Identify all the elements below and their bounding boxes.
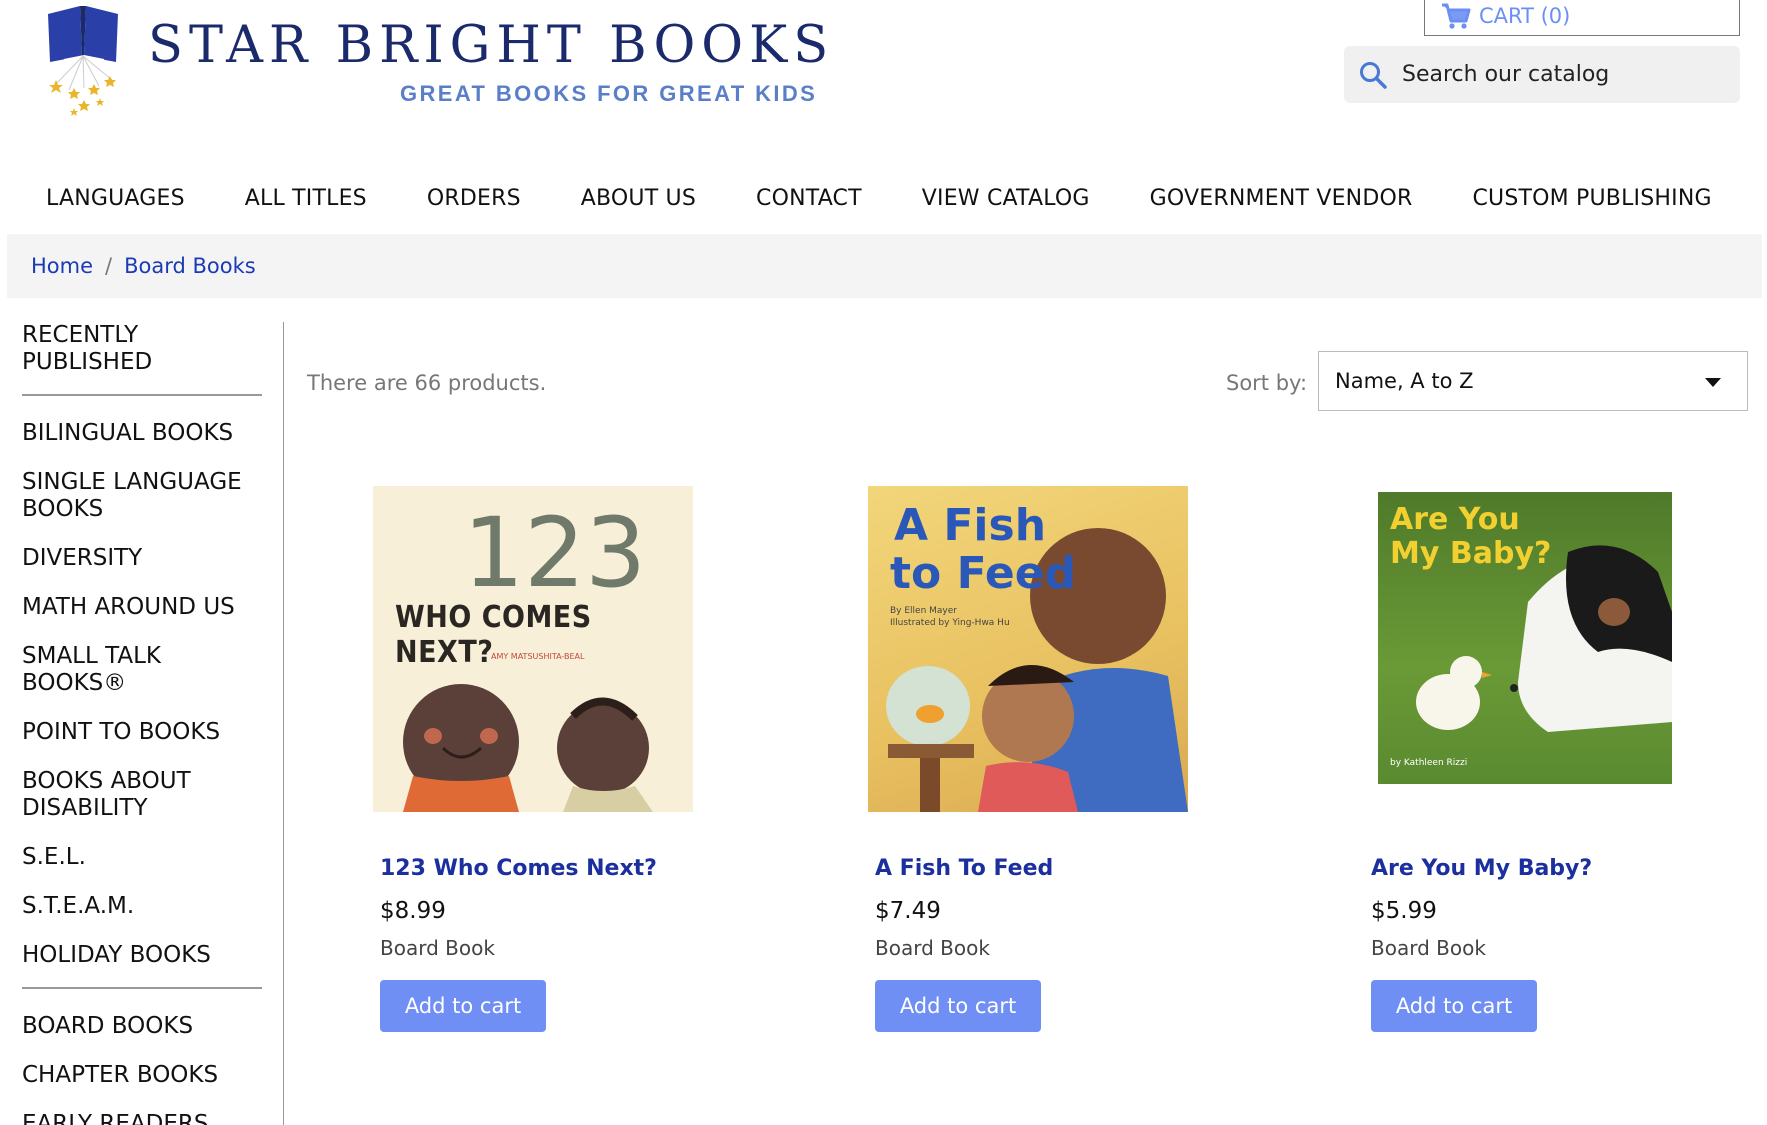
product-count: There are 66 products.: [307, 371, 547, 395]
product-cover-image[interactable]: Are You My Baby? by Kathleen Rizzi: [1378, 492, 1672, 784]
main-nav: LANGUAGES ALL TITLES ORDERS ABOUT US CON…: [24, 176, 1750, 221]
sort-select[interactable]: Name, A to Z: [1318, 351, 1748, 411]
cart-button[interactable]: CART (0): [1424, 0, 1740, 36]
product-format: Board Book: [380, 936, 495, 960]
cart-icon: [1442, 3, 1471, 29]
sidebar-item-diversity[interactable]: DIVERSITY: [22, 545, 262, 572]
breadcrumb-separator: /: [105, 254, 113, 278]
add-to-cart-button[interactable]: Add to cart: [875, 980, 1041, 1032]
search-placeholder: Search our catalog: [1402, 62, 1610, 87]
sidebar-item-sel[interactable]: S.E.L.: [22, 844, 262, 871]
cover-title-line1: Are You: [1390, 502, 1520, 537]
sidebar-item-bilingual-books[interactable]: BILINGUAL BOOKS: [22, 420, 262, 447]
brand-tagline: GREAT BOOKS FOR GREAT KIDS: [400, 81, 818, 106]
product-cover-image[interactable]: A Fish to Feed By Ellen Mayer Illustrate…: [868, 486, 1188, 812]
nav-item-all-titles[interactable]: ALL TITLES: [223, 176, 389, 221]
sidebar-item-math-around-us[interactable]: MATH AROUND US: [22, 594, 262, 621]
add-to-cart-button[interactable]: Add to cart: [380, 980, 546, 1032]
product-card: Are You My Baby? by Kathleen Rizzi Are Y…: [1364, 486, 1694, 1032]
sidebar-divider: [22, 987, 262, 989]
nav-item-contact[interactable]: CONTACT: [734, 176, 884, 221]
sort-label: Sort by:: [1226, 371, 1308, 395]
breadcrumb: Home / Board Books: [7, 234, 1762, 298]
cover-author: AMY MATSUSHITA-BEAL: [491, 652, 585, 661]
breadcrumb-current[interactable]: Board Books: [124, 254, 256, 278]
sidebar-item-point-to-books[interactable]: POINT TO BOOKS: [22, 719, 262, 746]
cover-title-line2: to Feed: [890, 548, 1077, 599]
breadcrumb-home[interactable]: Home: [31, 254, 93, 278]
svg-text:123: 123: [463, 497, 646, 609]
cover-title-line2: My Baby?: [1390, 536, 1552, 571]
nav-item-government-vendor[interactable]: GOVERNMENT VENDOR: [1128, 176, 1435, 221]
cover-author: By Ellen Mayer: [890, 606, 957, 616]
product-title[interactable]: 123 Who Comes Next?: [380, 856, 657, 881]
product-card: A Fish to Feed By Ellen Mayer Illustrate…: [868, 486, 1198, 1032]
search-input[interactable]: Search our catalog: [1344, 46, 1740, 103]
sidebar-divider: [22, 394, 262, 396]
sidebar-item-steam[interactable]: S.T.E.A.M.: [22, 893, 262, 920]
sidebar-item-books-about-disability[interactable]: BOOKS ABOUT DISABILITY: [22, 768, 262, 822]
nav-item-about-us[interactable]: ABOUT US: [559, 176, 718, 221]
sidebar-item-holiday-books[interactable]: HOLIDAY BOOKS: [22, 942, 262, 969]
cover-title-line1: A Fish: [894, 500, 1047, 551]
product-price: $8.99: [380, 898, 446, 924]
product-format: Board Book: [875, 936, 990, 960]
product-price: $7.49: [875, 898, 941, 924]
nav-item-languages[interactable]: LANGUAGES: [24, 176, 207, 221]
sidebar-item-single-language-books[interactable]: SINGLE LANGUAGE BOOKS: [22, 469, 262, 523]
product-cover-image[interactable]: 123 WHO COMES NEXT? AMY MATSUSHITA-BEAL: [373, 486, 693, 812]
sidebar-item-small-talk-books[interactable]: SMALL TALK BOOKS®: [22, 643, 262, 697]
nav-item-custom-publishing[interactable]: CUSTOM PUBLISHING: [1450, 176, 1733, 221]
product-title[interactable]: A Fish To Feed: [875, 856, 1053, 881]
nav-item-view-catalog[interactable]: VIEW CATALOG: [900, 176, 1112, 221]
product-format: Board Book: [1371, 936, 1486, 960]
site-logo[interactable]: STAR BRIGHT BOOKS GREAT BOOKS FOR GREAT …: [44, 4, 828, 124]
brand-name: STAR BRIGHT BOOKS: [148, 16, 835, 75]
product-title[interactable]: Are You My Baby?: [1371, 856, 1592, 881]
category-sidebar: RECENTLY PUBLISHED BILINGUAL BOOKS SINGL…: [22, 322, 262, 1125]
sidebar-border: [283, 322, 284, 1125]
book-stars-logo-icon: [48, 6, 118, 116]
cover-author: by Kathleen Rizzi: [1390, 758, 1468, 768]
sidebar-item-early-readers[interactable]: EARLY READERS: [22, 1111, 262, 1125]
cover-illustrator: Illustrated by Ying-Hwa Hu: [890, 618, 1010, 628]
search-icon: [1360, 61, 1387, 89]
add-to-cart-button[interactable]: Add to cart: [1371, 980, 1537, 1032]
cart-label: CART (0): [1479, 3, 1571, 28]
nav-item-orders[interactable]: ORDERS: [405, 176, 543, 221]
product-card: 123 WHO COMES NEXT? AMY MATSUSHITA-BEAL …: [373, 486, 703, 1032]
sidebar-item-board-books[interactable]: BOARD BOOKS: [22, 1013, 262, 1040]
sidebar-item-chapter-books[interactable]: CHAPTER BOOKS: [22, 1062, 262, 1089]
chevron-down-icon: [1705, 378, 1721, 387]
sort-selected-value: Name, A to Z: [1335, 369, 1474, 393]
product-price: $5.99: [1371, 898, 1437, 924]
sidebar-item-recently-published[interactable]: RECENTLY PUBLISHED: [22, 322, 262, 376]
